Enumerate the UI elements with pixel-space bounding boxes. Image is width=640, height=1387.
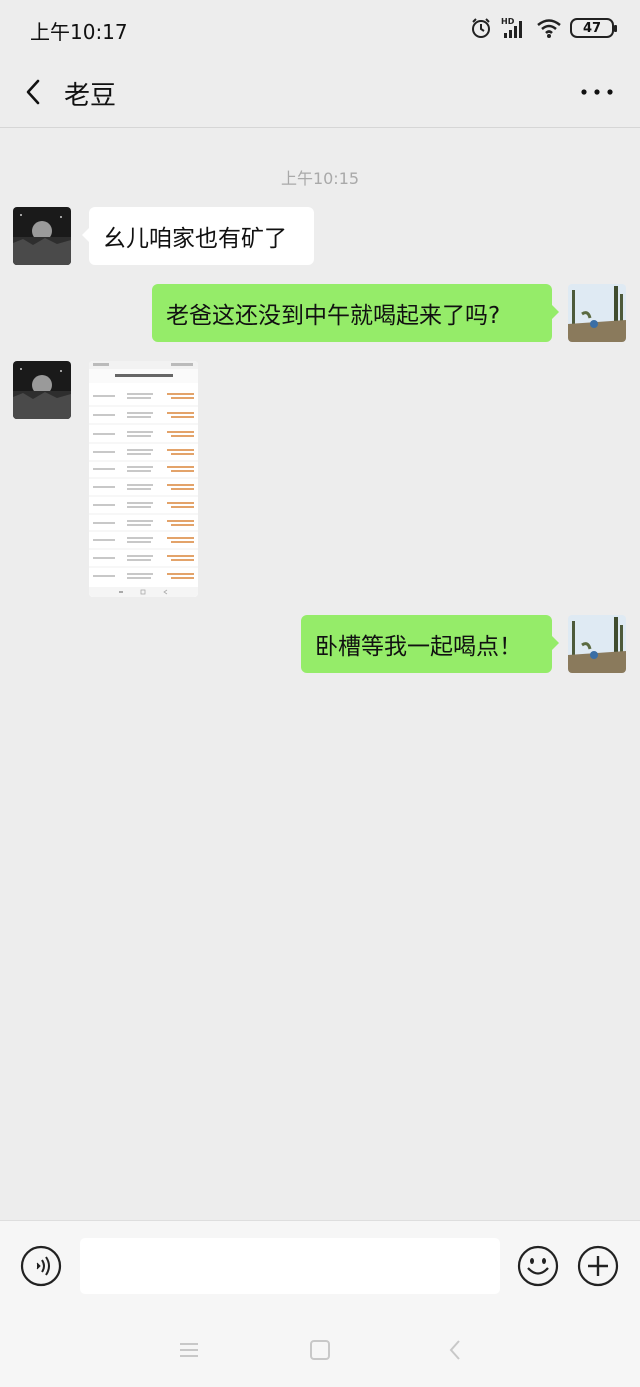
- battery-indicator: 47: [570, 18, 617, 38]
- status-bar: 上午10:17 HD 47: [0, 0, 640, 56]
- message-text: 老爸这还没到中午就喝起来了吗?: [166, 303, 501, 329]
- signal-icon: HD: [501, 17, 522, 38]
- more-dots-icon[interactable]: [580, 88, 614, 96]
- plus-icon[interactable]: [577, 1245, 619, 1287]
- alarm-icon: [472, 18, 490, 38]
- emoji-icon[interactable]: [517, 1245, 559, 1287]
- back-arrow-icon[interactable]: [20, 76, 50, 108]
- message-bubble-sent[interactable]: 老爸这还没到中午就喝起来了吗?: [152, 284, 559, 342]
- my-avatar[interactable]: [568, 615, 626, 673]
- contact-avatar[interactable]: [13, 361, 71, 419]
- back-nav-icon[interactable]: [444, 1338, 468, 1362]
- contact-avatar[interactable]: [13, 207, 71, 265]
- message-bubble-received[interactable]: 幺儿咱家也有矿了: [82, 207, 314, 265]
- menu-icon[interactable]: [177, 1338, 201, 1362]
- status-time: 上午10:17: [30, 20, 128, 44]
- home-icon[interactable]: [308, 1338, 332, 1362]
- message-timestamp: 上午10:15: [280, 169, 360, 188]
- chat-header: 老豆: [0, 56, 640, 128]
- message-input[interactable]: [80, 1238, 500, 1294]
- my-avatar[interactable]: [568, 284, 626, 342]
- wifi-icon: [537, 19, 561, 38]
- voice-icon[interactable]: [20, 1245, 62, 1287]
- image-message[interactable]: [89, 361, 198, 597]
- status-icons: HD 47: [470, 14, 617, 42]
- chat-title: 老豆: [64, 81, 117, 111]
- message-text: 卧槽等我一起喝点！: [315, 634, 522, 660]
- hd-label: HD: [501, 17, 515, 26]
- message-input-bar: [0, 1220, 640, 1310]
- system-navigation-bar: [0, 1310, 640, 1387]
- screenshot-thumbnail: [89, 361, 198, 597]
- message-bubble-sent[interactable]: 卧槽等我一起喝点！: [301, 615, 559, 673]
- message-text: 幺儿咱家也有矿了: [103, 226, 287, 252]
